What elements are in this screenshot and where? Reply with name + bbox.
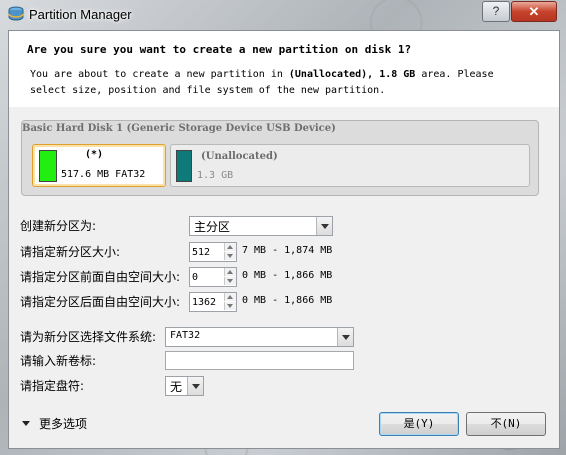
partition-type-value: 主分区 <box>194 220 231 234</box>
spin-down-icon[interactable] <box>224 302 236 310</box>
free-after-input[interactable] <box>192 294 222 310</box>
drive-letter-value: 无 <box>170 380 183 394</box>
spin-up-icon[interactable] <box>224 293 236 301</box>
header-panel: Are you sure you want to create a new pa… <box>9 31 559 107</box>
free-after-stepper[interactable] <box>189 292 237 312</box>
free-after-range: 0 MB - 1,866 MB <box>242 295 333 306</box>
yes-button[interactable]: 是(Y) <box>379 412 459 436</box>
partition-size-label: 请指定新分区大小: <box>20 245 121 259</box>
expand-triangle-icon <box>22 421 30 426</box>
file-system-value: FAT32 <box>170 330 201 341</box>
partition-new-color-bar <box>39 150 57 182</box>
partition-size-stepper[interactable] <box>189 242 237 262</box>
partition-type-label: 创建新分区为: <box>20 219 97 233</box>
no-button[interactable]: 不(N) <box>466 412 546 436</box>
help-button[interactable]: ? <box>482 1 510 22</box>
spin-down-icon[interactable] <box>224 252 236 260</box>
desc-prefix: You are about to create a new partition … <box>30 69 289 80</box>
spin-down-icon[interactable] <box>224 277 236 285</box>
window-title: Partition Manager <box>29 7 132 22</box>
chevron-down-icon[interactable] <box>316 217 332 235</box>
header-description: You are about to create a new partition … <box>30 67 530 99</box>
partition-unallocated-size: 1.3 GB <box>197 170 234 181</box>
free-before-stepper[interactable] <box>189 267 237 287</box>
drive-letter-label: 请指定盘符: <box>20 379 85 393</box>
dialog-client-area: Are you sure you want to create a new pa… <box>8 30 560 449</box>
confirmation-question: Are you sure you want to create a new pa… <box>27 43 412 56</box>
volume-label-input[interactable] <box>165 351 354 370</box>
spin-up-icon[interactable] <box>224 243 236 251</box>
partition-size-input[interactable] <box>192 244 222 260</box>
free-before-input[interactable] <box>192 269 222 285</box>
more-options-label: 更多选项 <box>39 417 88 431</box>
file-system-select[interactable]: FAT32 <box>165 327 354 347</box>
disk-app-icon <box>8 6 24 22</box>
partition-new-size: 517.6 MB FAT32 <box>61 169 146 180</box>
free-before-label: 请指定分区前面自由空间大小: <box>20 270 181 284</box>
desc-area: (Unallocated), 1.8 GB <box>288 69 416 80</box>
chevron-down-icon[interactable] <box>337 328 353 346</box>
partition-unallocated-name: (Unallocated) <box>201 151 278 162</box>
partition-size-range: 7 MB - 1,874 MB <box>242 245 333 256</box>
drive-letter-select[interactable]: 无 <box>165 376 204 396</box>
partition-new-name: (*) <box>85 149 104 160</box>
disk-title: Basic Hard Disk 1 (Generic Storage Devic… <box>22 123 336 134</box>
file-system-label: 请为新分区选择文件系统: <box>20 330 157 344</box>
free-after-label: 请指定分区后面自由空间大小: <box>20 295 181 309</box>
title-bar[interactable]: Partition Manager ? ✕ <box>0 0 566 30</box>
volume-label-label: 请输入新卷标: <box>20 354 97 368</box>
free-before-range: 0 MB - 1,866 MB <box>242 270 333 281</box>
more-options-toggle[interactable]: 更多选项 <box>22 415 87 432</box>
partition-type-select[interactable]: 主分区 <box>189 216 333 236</box>
spin-up-icon[interactable] <box>224 268 236 276</box>
partition-unallocated-color-bar <box>176 150 192 182</box>
chevron-down-icon[interactable] <box>187 377 203 395</box>
close-button[interactable]: ✕ <box>511 1 557 22</box>
